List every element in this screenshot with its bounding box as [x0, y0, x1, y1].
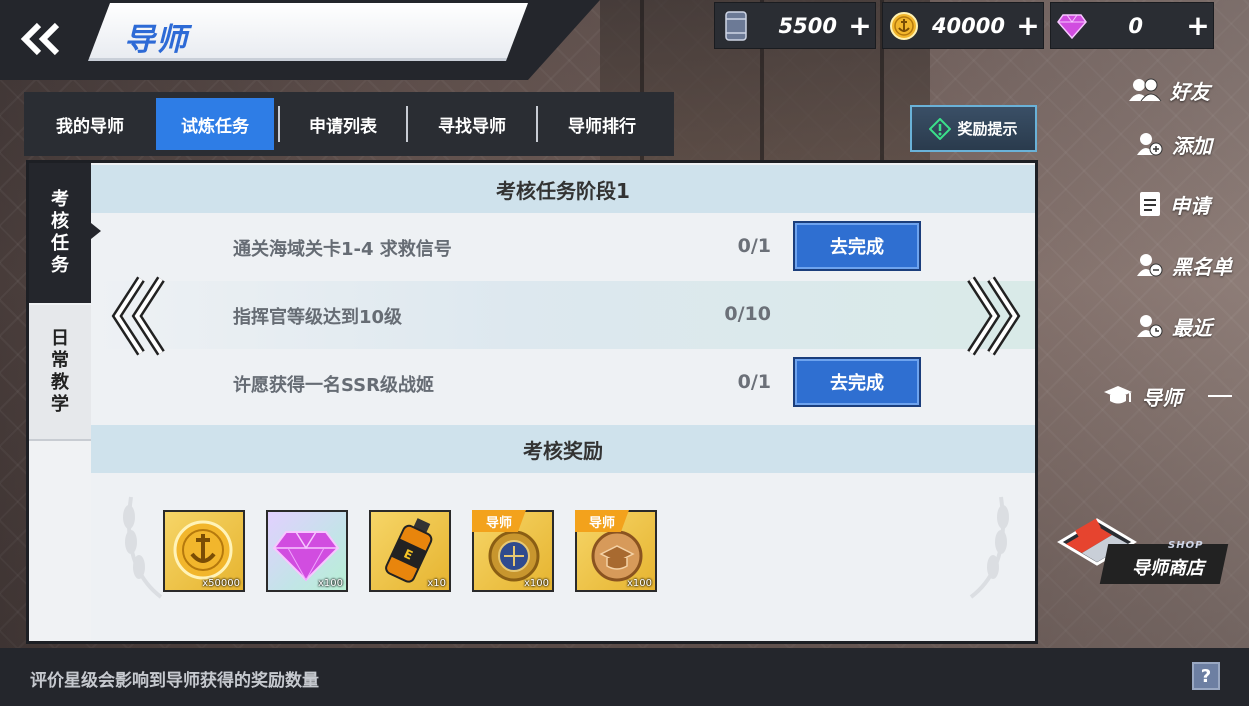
reward-section-title: 考核奖励	[91, 425, 1035, 473]
reward-hint-button[interactable]: 奖励提示	[910, 105, 1037, 152]
tab-mentor-ranking[interactable]: 导师排行	[538, 98, 666, 150]
laurel-right-icon	[969, 496, 1009, 599]
graduation-cap-icon	[1104, 386, 1132, 404]
reward-quantity: x50000	[202, 578, 240, 589]
reward-quantity: x100	[317, 578, 343, 589]
side-tab-char: 日	[51, 328, 69, 349]
side-tab-daily-teaching[interactable]: 日 常 教 学	[29, 305, 91, 441]
help-button[interactable]: ?	[1192, 662, 1220, 690]
tab-trial-tasks[interactable]: 试炼任务	[156, 98, 274, 150]
currency-amount: 5500	[778, 13, 837, 38]
task-row: 指挥官等级达到10级 0/10	[91, 281, 1035, 349]
side-tab-char: 教	[51, 372, 69, 393]
menu-label: 黑名单	[1172, 254, 1232, 279]
currency-amount: 40000	[931, 13, 1005, 38]
tab-bar: 我的导师 试炼任务 申请列表 寻找导师 导师排行	[24, 92, 674, 156]
back-button[interactable]	[18, 18, 64, 60]
currency-gold: 40000 +	[882, 2, 1044, 49]
menu-label: 导师	[1142, 385, 1182, 410]
main-panel: 考 核 任 务 日 常 教 学 考核任务阶段1 通关海域关卡1-4 求救信号 0…	[26, 160, 1038, 644]
application-icon	[1140, 192, 1160, 216]
tab-application-list[interactable]: 申请列表	[280, 98, 406, 150]
tab-my-mentor[interactable]: 我的导师	[24, 98, 156, 150]
prev-stage-button[interactable]	[111, 271, 171, 361]
task-name: 指挥官等级达到10级	[233, 307, 403, 328]
reward-item[interactable]: x50000	[163, 510, 245, 592]
reward-item[interactable]: x100	[266, 510, 348, 592]
task-progress: 0/10	[724, 303, 771, 325]
side-tab-char: 务	[51, 255, 69, 276]
go-complete-button[interactable]: 去完成	[793, 221, 921, 271]
add-gold-button[interactable]: +	[1013, 3, 1043, 48]
menu-label: 最近	[1172, 315, 1212, 340]
add-friend-icon	[1137, 133, 1163, 156]
menu-label: 好友	[1170, 79, 1210, 104]
go-complete-button[interactable]: 去完成	[793, 357, 921, 407]
bottom-bar: 评价星级会影响到导师获得的奖励数量 ?	[0, 648, 1249, 706]
side-tab-char: 核	[51, 211, 69, 232]
task-name: 许愿获得一名SSR级战姬	[233, 375, 434, 396]
shop-label-en: SHOP	[1168, 540, 1204, 551]
task-name: 通关海域关卡1-4 求救信号	[233, 239, 452, 260]
task-row: 通关海域关卡1-4 求救信号 0/1 去完成	[91, 213, 1035, 281]
next-stage-button[interactable]	[961, 271, 1021, 361]
laurel-left-icon	[123, 496, 163, 599]
mentor-shop-button[interactable]: SHOP 导师商店	[1052, 502, 1229, 602]
gold-anchor-coin-icon	[889, 11, 919, 41]
add-fuel-button[interactable]: +	[845, 3, 875, 48]
double-chevron-left-icon	[111, 276, 165, 356]
recent-icon	[1137, 315, 1163, 338]
task-progress: 0/1	[737, 371, 771, 393]
menu-label: 申请	[1170, 193, 1210, 218]
reward-hint-label: 奖励提示	[957, 120, 1018, 138]
task-row: 许愿获得一名SSR级战姬 0/1 去完成	[91, 349, 1035, 417]
tab-find-mentor[interactable]: 寻找导师	[408, 98, 536, 150]
add-diamond-button[interactable]: +	[1183, 3, 1213, 48]
reward-item[interactable]: 导师 x100	[575, 510, 657, 592]
double-chevron-right-icon	[967, 276, 1021, 356]
double-chevron-left-icon	[20, 22, 60, 56]
currency-amount: 0	[1128, 13, 1143, 38]
currency-fuel: 5500 +	[714, 2, 876, 49]
side-tabs: 考 核 任 务 日 常 教 学	[29, 163, 101, 641]
side-tab-assessment-tasks[interactable]: 考 核 任 务	[29, 163, 101, 303]
side-tab-char: 常	[51, 350, 69, 371]
warning-diamond-icon	[929, 117, 952, 140]
footer-hint-text: 评价星级会影响到导师获得的奖励数量	[30, 671, 319, 691]
reward-quantity: x100	[626, 578, 652, 589]
fuel-barrel-icon	[721, 10, 751, 41]
blacklist-icon	[1137, 254, 1163, 277]
side-tab-char: 学	[51, 394, 69, 415]
menu-recent[interactable]: 最近	[1136, 310, 1212, 342]
menu-mentor[interactable]: 导师	[1102, 380, 1232, 412]
rewards-area: x50000 x100 E x10 导师 x100 导师 x100	[91, 475, 1035, 641]
panel-content: 考核任务阶段1 通关海域关卡1-4 求救信号 0/1 去完成 指挥官等级达到10…	[91, 163, 1035, 641]
purple-diamond-icon	[1057, 11, 1087, 41]
mentor-tag: 导师	[472, 510, 526, 532]
side-tab-char: 任	[51, 233, 69, 254]
friends-icon	[1129, 78, 1162, 102]
menu-applications[interactable]: 申请	[1138, 188, 1210, 220]
menu-add[interactable]: 添加	[1136, 128, 1212, 160]
menu-blacklist[interactable]: 黑名单	[1136, 249, 1232, 281]
reward-quantity: x10	[427, 578, 446, 589]
shop-label: 导师商店	[1132, 558, 1204, 579]
currency-diamond: 0 +	[1050, 2, 1214, 49]
reward-quantity: x100	[523, 578, 549, 589]
mentor-tag: 导师	[575, 510, 629, 532]
menu-label: 添加	[1172, 133, 1212, 158]
task-section-title: 考核任务阶段1	[91, 165, 1035, 213]
side-tab-char: 考	[51, 189, 69, 210]
reward-item[interactable]: E x10	[369, 510, 451, 592]
active-indicator	[1208, 395, 1232, 397]
reward-item[interactable]: 导师 x100	[472, 510, 554, 592]
page-title: 导师	[124, 22, 188, 58]
menu-friends[interactable]: 好友	[1128, 74, 1210, 106]
task-progress: 0/1	[737, 235, 771, 257]
